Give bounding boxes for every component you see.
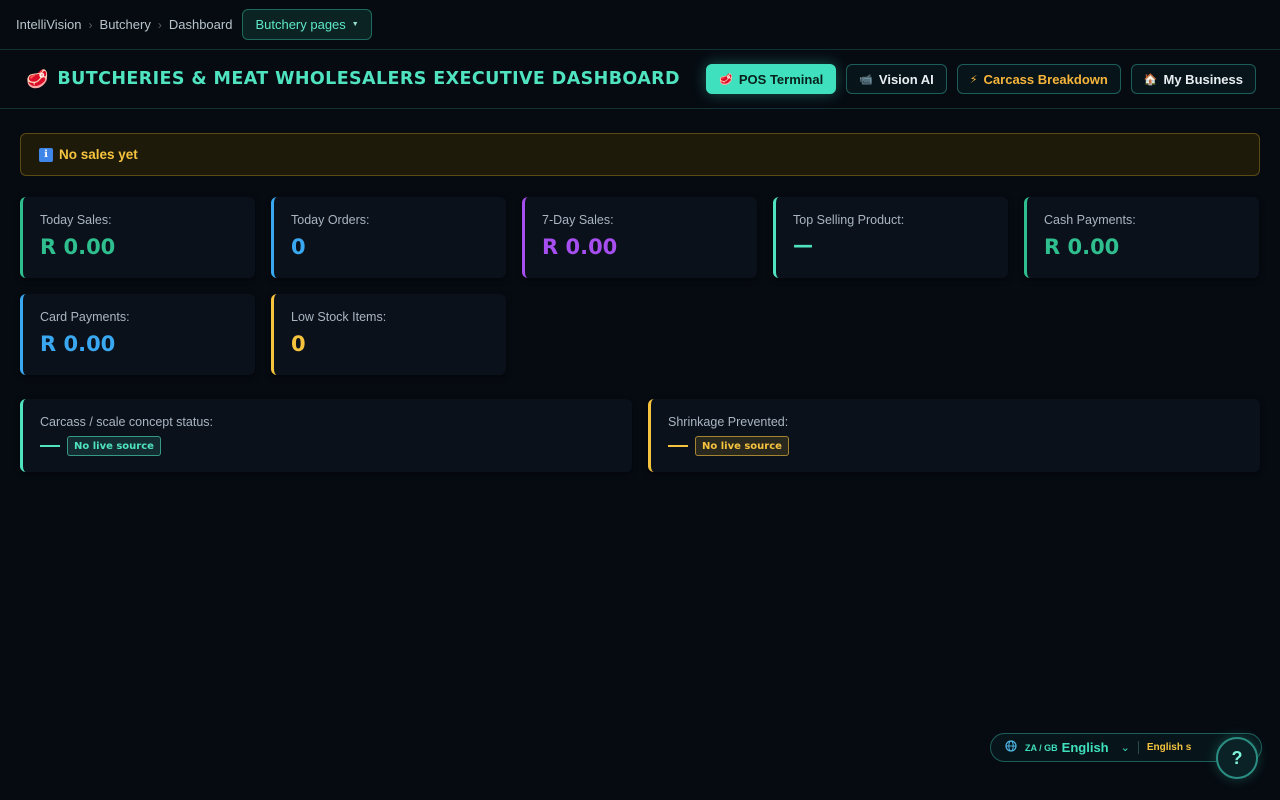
caret-down-icon: ▼ — [351, 21, 359, 28]
kpi-label: Today Sales: — [40, 213, 112, 227]
pos-terminal-button[interactable]: 🥩 POS Terminal — [706, 64, 837, 94]
carcass-status-card: Carcass / scale concept status: No live … — [20, 399, 632, 472]
kpi-value: 0 — [291, 235, 306, 259]
status-row: Carcass / scale concept status: No live … — [20, 399, 1260, 472]
butchery-pages-label: Butchery pages — [255, 17, 346, 32]
header-nav: 🥩 POS Terminal 📹 Vision AI ⚡ Carcass Bre… — [706, 64, 1256, 94]
kpi-card-payments: Card Payments: R 0.00 — [20, 294, 255, 375]
kpi-label: Card Payments: — [40, 310, 130, 324]
kpi-label: Top Selling Product: — [793, 213, 905, 227]
kpi-grid: Today Sales: R 0.00 Today Orders: 0 7-Da… — [20, 197, 1260, 375]
carcass-breakdown-label: Carcass Breakdown — [983, 71, 1108, 87]
kpi-label: Cash Payments: — [1044, 213, 1136, 227]
kpi-top-selling-product: Top Selling Product: — — [773, 197, 1008, 278]
breadcrumb: IntelliVision › Butchery › Dashboard But… — [0, 0, 1280, 50]
breadcrumb-dashboard: Dashboard — [168, 17, 233, 32]
kpi-7-day-sales: 7-Day Sales: R 0.00 — [522, 197, 757, 278]
vision-ai-label: Vision AI — [878, 71, 934, 87]
shrinkage-prevented-card: Shrinkage Prevented: No live source — [648, 399, 1260, 472]
kpi-value: 0 — [291, 332, 306, 356]
dash-mark — [668, 445, 688, 447]
kpi-label: Today Orders: — [291, 213, 370, 227]
kpi-value: R 0.00 — [40, 235, 116, 259]
kpi-today-sales: Today Sales: R 0.00 — [20, 197, 255, 278]
vision-ai-button[interactable]: 📹 Vision AI — [846, 64, 947, 94]
status-label: Shrinkage Prevented: — [668, 415, 789, 429]
language-note: English s — [1146, 742, 1192, 753]
page-title: BUTCHERIES & MEAT WHOLESALERS EXECUTIVE … — [57, 69, 680, 89]
my-business-label: My Business — [1163, 71, 1243, 87]
page-header: 🥩 BUTCHERIES & MEAT WHOLESALERS EXECUTIV… — [0, 50, 1280, 109]
dashboard-main: ℹ No sales yet Today Sales: R 0.00 Today… — [0, 109, 1280, 472]
kpi-value: R 0.00 — [542, 235, 618, 259]
kpi-today-orders: Today Orders: 0 — [271, 197, 506, 278]
breadcrumb-separator: › — [157, 17, 162, 32]
meat-icon: 🥩 — [26, 68, 49, 89]
language-flag-code: ZA / GB — [1025, 742, 1058, 753]
bolt-icon: ⚡ — [969, 73, 978, 86]
kpi-value: — — [793, 233, 813, 257]
info-icon: ℹ — [39, 147, 53, 162]
dash-mark — [40, 445, 60, 447]
kpi-cash-payments: Cash Payments: R 0.00 — [1024, 197, 1259, 278]
divider — [1137, 741, 1139, 754]
no-live-source-badge: No live source — [67, 436, 161, 456]
kpi-value: R 0.00 — [1044, 235, 1120, 259]
butchery-pages-dropdown[interactable]: Butchery pages ▼ — [242, 9, 372, 40]
globe-icon — [1005, 740, 1017, 755]
breadcrumb-butchery[interactable]: Butchery — [100, 17, 151, 32]
chevron-down-icon: ⌄ — [1120, 742, 1130, 754]
no-live-source-badge: No live source — [695, 436, 789, 456]
breadcrumb-intellivision[interactable]: IntelliVision — [16, 17, 82, 32]
kpi-value: R 0.00 — [40, 332, 116, 356]
language-name: English — [1061, 740, 1109, 755]
home-icon: 🏠 — [1143, 73, 1158, 86]
camera-icon: 📹 — [859, 73, 873, 86]
kpi-label: Low Stock Items: — [291, 310, 387, 324]
carcass-breakdown-button[interactable]: ⚡ Carcass Breakdown — [956, 64, 1121, 94]
no-sales-alert: ℹ No sales yet — [20, 133, 1260, 176]
pos-terminal-label: POS Terminal — [738, 71, 824, 87]
kpi-label: 7-Day Sales: — [542, 213, 614, 227]
breadcrumb-separator: › — [88, 17, 93, 32]
help-button[interactable]: ? — [1216, 737, 1258, 779]
status-label: Carcass / scale concept status: — [40, 415, 213, 429]
alert-text: No sales yet — [59, 147, 138, 162]
my-business-button[interactable]: 🏠 My Business — [1130, 64, 1256, 94]
steak-icon: 🥩 — [719, 73, 733, 86]
kpi-low-stock-items: Low Stock Items: 0 — [271, 294, 506, 375]
